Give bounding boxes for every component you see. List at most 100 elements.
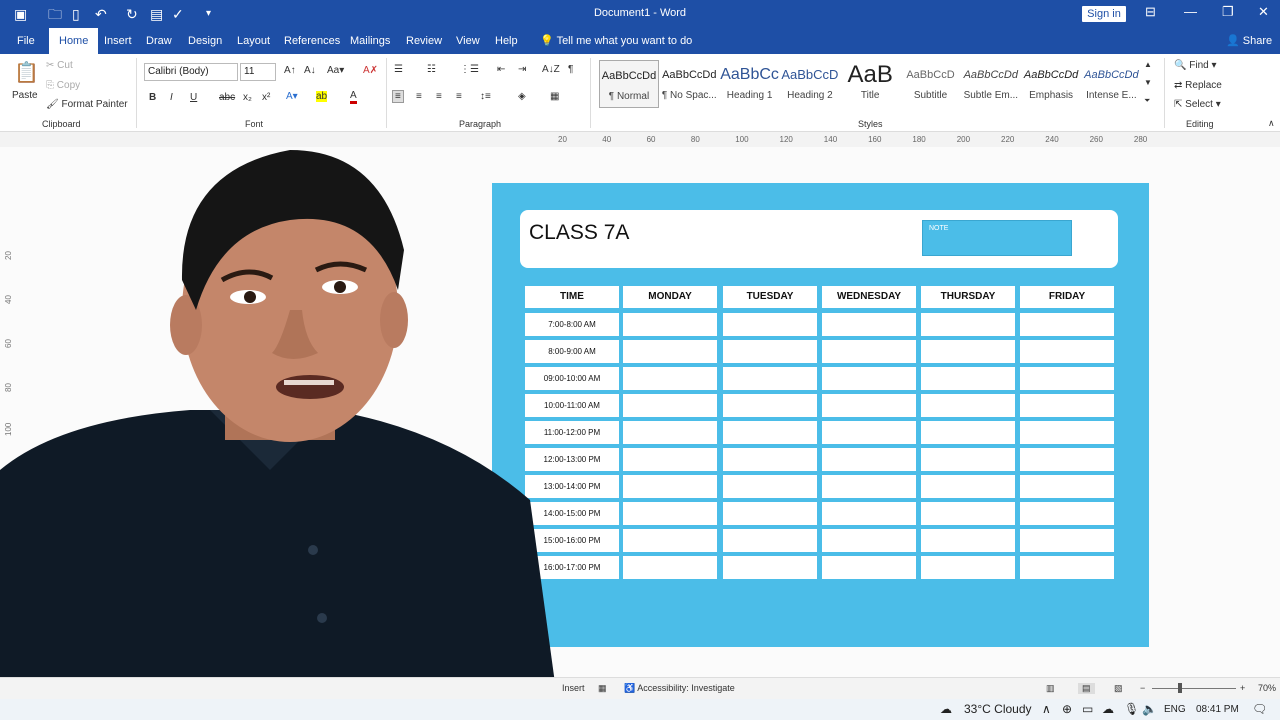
- weather-icon[interactable]: ☁: [940, 702, 952, 716]
- style-item[interactable]: AaBbCcDd Intense E...: [1081, 60, 1141, 108]
- align-center-icon[interactable]: ≡: [416, 91, 422, 102]
- style-item[interactable]: AaBbCcD Subtitle: [901, 60, 961, 108]
- schedule-cell[interactable]: [921, 421, 1015, 444]
- italic-button[interactable]: I: [170, 92, 173, 103]
- weather-label[interactable]: 33°C Cloudy: [964, 702, 1032, 716]
- schedule-cell[interactable]: [623, 556, 717, 579]
- read-mode-icon[interactable]: ▥: [1046, 683, 1055, 694]
- text-effects-icon[interactable]: A▾: [286, 91, 298, 102]
- print-layout-icon[interactable]: ▤: [1078, 683, 1095, 694]
- schedule-cell[interactable]: [822, 475, 916, 498]
- align-right-icon[interactable]: ≡: [436, 91, 442, 102]
- notifications-icon[interactable]: 🗨: [1252, 702, 1267, 716]
- collapse-ribbon-icon[interactable]: ∧: [1268, 118, 1275, 129]
- tab-review[interactable]: Review: [406, 28, 442, 54]
- column-header[interactable]: TUESDAY: [723, 286, 817, 308]
- column-header[interactable]: MONDAY: [623, 286, 717, 308]
- tab-help[interactable]: Help: [495, 28, 518, 54]
- language-indicator[interactable]: ENG: [1164, 704, 1186, 715]
- insert-mode[interactable]: Insert: [562, 683, 585, 693]
- replace-button[interactable]: ⇄ Replace: [1174, 80, 1222, 91]
- schedule-cell[interactable]: [822, 556, 916, 579]
- gallery-down-icon[interactable]: ▼: [1144, 78, 1152, 87]
- schedule-cell[interactable]: [623, 394, 717, 417]
- schedule-cell[interactable]: [822, 502, 916, 525]
- tab-home[interactable]: Home: [49, 28, 99, 54]
- microphone-icon[interactable]: 🎙: [1124, 702, 1139, 716]
- schedule-cell[interactable]: [623, 421, 717, 444]
- accessibility-status[interactable]: ♿ Accessibility: Investigate: [624, 683, 735, 694]
- schedule-cell[interactable]: [1020, 529, 1114, 552]
- zoom-thumb[interactable]: [1178, 683, 1182, 693]
- schedule-cell[interactable]: [723, 313, 817, 336]
- horizontal-ruler[interactable]: 20 40 60 80 100 120 140 160 180 200 220 240 260 280: [490, 133, 1150, 147]
- clock[interactable]: 08:41 PM: [1196, 704, 1239, 715]
- schedule-cell[interactable]: [1020, 421, 1114, 444]
- font-size-dropdown[interactable]: 11: [240, 63, 276, 81]
- schedule-cell[interactable]: [1020, 367, 1114, 390]
- style-item[interactable]: AaBbCcDd Emphasis: [1021, 60, 1081, 108]
- schedule-cell[interactable]: [921, 313, 1015, 336]
- style-item[interactable]: AaBbCcDd Subtle Em...: [961, 60, 1021, 108]
- schedule-cell[interactable]: [822, 394, 916, 417]
- zoom-level[interactable]: 70%: [1258, 683, 1276, 693]
- restore-icon[interactable]: ❐: [1222, 4, 1234, 20]
- schedule-cell[interactable]: [723, 394, 817, 417]
- schedule-cell[interactable]: [723, 421, 817, 444]
- schedule-cell[interactable]: [921, 448, 1015, 471]
- schedule-cell[interactable]: [921, 367, 1015, 390]
- paste-icon[interactable]: 📋: [14, 60, 39, 85]
- share-button[interactable]: 👤 Share: [1226, 28, 1272, 54]
- schedule-cell[interactable]: [1020, 394, 1114, 417]
- schedule-cell[interactable]: [822, 367, 916, 390]
- close-icon[interactable]: ✕: [1258, 4, 1269, 20]
- tab-design[interactable]: Design: [188, 28, 222, 54]
- schedule-cell[interactable]: [623, 502, 717, 525]
- gallery-more-icon[interactable]: ⏷: [1144, 96, 1150, 106]
- tab-layout[interactable]: Layout: [237, 28, 270, 54]
- schedule-cell[interactable]: [723, 475, 817, 498]
- schedule-cell[interactable]: [723, 448, 817, 471]
- chevron-up-icon[interactable]: ∧: [1042, 702, 1051, 716]
- find-button[interactable]: 🔍 Find ▾: [1174, 60, 1217, 71]
- schedule-cell[interactable]: [623, 313, 717, 336]
- schedule-cell[interactable]: [921, 340, 1015, 363]
- change-case-icon[interactable]: Aa▾: [327, 65, 344, 76]
- gallery-up-icon[interactable]: ▲: [1144, 60, 1152, 69]
- schedule-cell[interactable]: [921, 556, 1015, 579]
- schedule-cell[interactable]: [723, 340, 817, 363]
- tell-me-search[interactable]: 💡 Tell me what you want to do: [540, 28, 692, 54]
- numbering-icon[interactable]: ☷: [427, 64, 436, 75]
- schedule-cell[interactable]: [822, 421, 916, 444]
- schedule-cell[interactable]: [1020, 502, 1114, 525]
- schedule-cell[interactable]: [1020, 556, 1114, 579]
- minimize-icon[interactable]: —: [1184, 4, 1197, 19]
- tab-insert[interactable]: Insert: [104, 28, 132, 54]
- tab-mailings[interactable]: Mailings: [350, 28, 390, 54]
- font-color-icon[interactable]: A: [350, 90, 357, 104]
- subscript-button[interactable]: x₂: [243, 92, 252, 103]
- multilevel-list-icon[interactable]: ⋮☰: [460, 64, 479, 75]
- schedule-cell[interactable]: [822, 529, 916, 552]
- select-button[interactable]: ⇱ Select ▾: [1174, 99, 1221, 110]
- volume-icon[interactable]: 🔈: [1142, 702, 1157, 716]
- tab-references[interactable]: References: [284, 28, 340, 54]
- line-spacing-icon[interactable]: ↕≡: [480, 91, 491, 102]
- schedule-cell[interactable]: [921, 475, 1015, 498]
- show-formatting-icon[interactable]: ¶: [568, 64, 573, 75]
- ribbon-display-icon[interactable]: ⊟: [1145, 4, 1156, 20]
- schedule-cell[interactable]: [822, 313, 916, 336]
- bold-button[interactable]: B: [149, 92, 156, 103]
- style-item[interactable]: AaBbCcDd ¶ No Spac...: [659, 60, 719, 108]
- tab-draw[interactable]: Draw: [146, 28, 172, 54]
- zoom-slider[interactable]: [1152, 688, 1236, 689]
- strikethrough-button[interactable]: abc: [219, 92, 235, 103]
- schedule-cell[interactable]: [623, 340, 717, 363]
- shading-icon[interactable]: ◈: [518, 91, 526, 102]
- shrink-font-icon[interactable]: A↓: [304, 65, 316, 76]
- schedule-cell[interactable]: [921, 529, 1015, 552]
- font-name-dropdown[interactable]: Calibri (Body): [144, 63, 238, 81]
- format-painter-button[interactable]: 🖌 Format Painter: [46, 99, 128, 110]
- align-left-icon[interactable]: ≡: [392, 90, 404, 103]
- schedule-cell[interactable]: [822, 448, 916, 471]
